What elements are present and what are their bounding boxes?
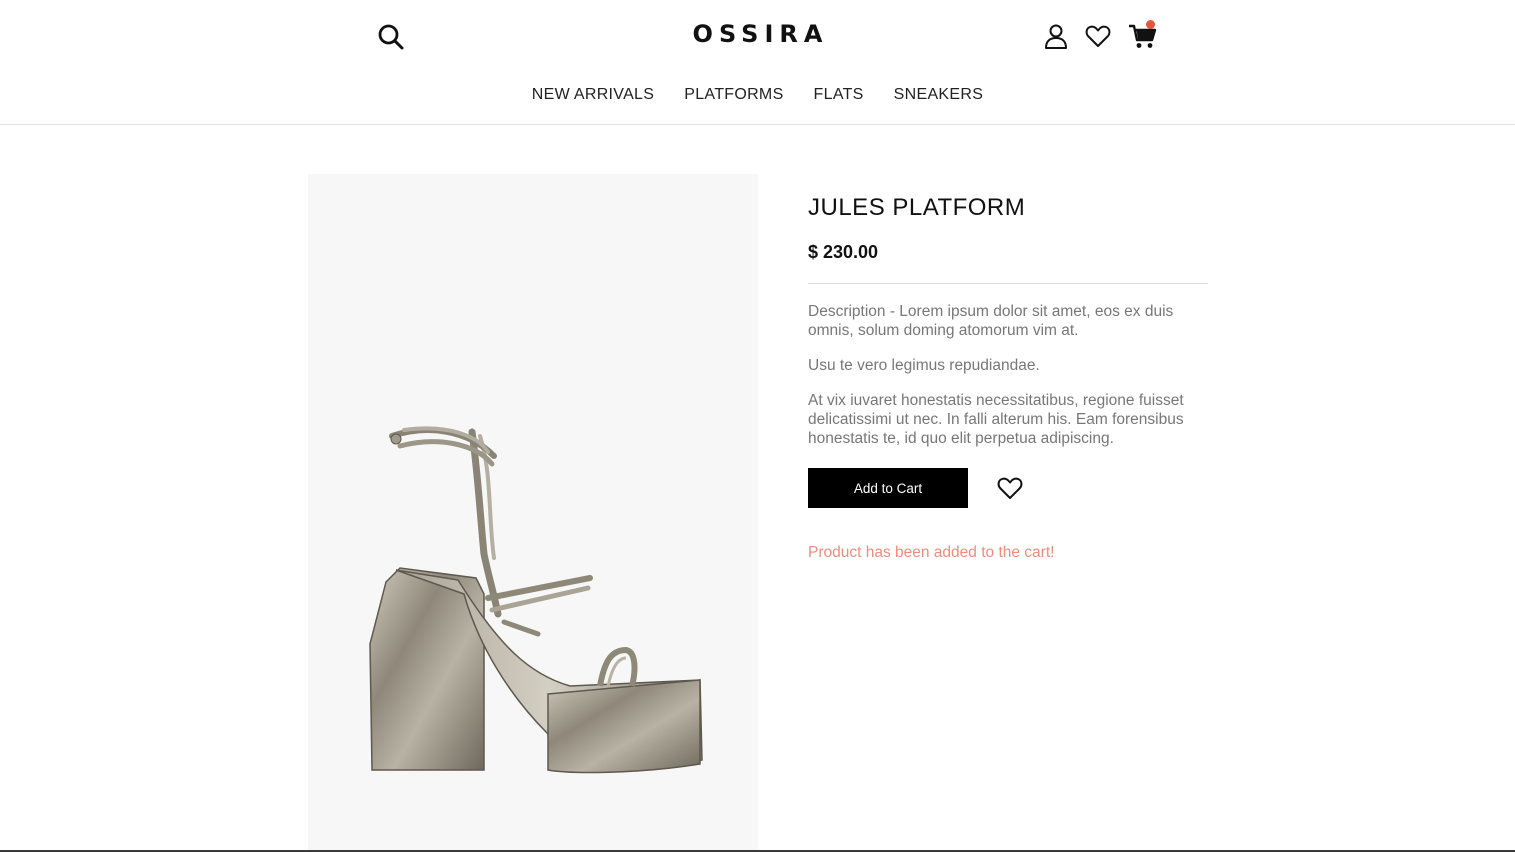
divider [808, 283, 1208, 284]
cart-badge [1146, 20, 1155, 29]
cart-icon[interactable] [1128, 20, 1157, 50]
add-to-cart-button[interactable]: Add to Cart [808, 468, 968, 508]
added-to-cart-message: Product has been added to the cart! [808, 544, 1055, 561]
product-title: JULES PLATFORM [808, 194, 1026, 221]
nav-item-new-arrivals[interactable]: NEW ARRIVALS [532, 86, 654, 104]
nav-item-sneakers[interactable]: SNEAKERS [894, 86, 984, 104]
product-image [308, 174, 758, 852]
description-paragraph: Usu te vero legimus repudiandae. [808, 357, 1040, 374]
product-description: Description - Lorem ipsum dolor sit amet… [808, 302, 1208, 448]
nav-item-flats[interactable]: FLATS [814, 86, 864, 104]
product-price: $ 230.00 [808, 242, 879, 262]
product-actions: Add to Cart [808, 468, 1208, 508]
nav-item-platforms[interactable]: PLATFORMS [684, 86, 783, 104]
heart-icon[interactable] [996, 474, 1024, 502]
heart-icon[interactable] [1084, 22, 1112, 50]
user-icon[interactable] [1042, 22, 1070, 50]
product-info: JULES PLATFORM $ 230.00 Description - Lo… [808, 194, 1208, 562]
site-logo[interactable]: OSSIRA [0, 20, 1515, 48]
site-header: OSSIRA NEW ARRIVALS PLATFORMS FLATS SNEA… [0, 0, 1515, 125]
description-paragraph: Description - Lorem ipsum dolor sit amet… [808, 303, 1174, 339]
description-paragraph: At vix iuvaret honestatis necessitatibus… [808, 392, 1184, 447]
main-nav: NEW ARRIVALS PLATFORMS FLATS SNEAKERS [0, 86, 1515, 104]
logo-text: OSSIRA [692, 20, 829, 48]
